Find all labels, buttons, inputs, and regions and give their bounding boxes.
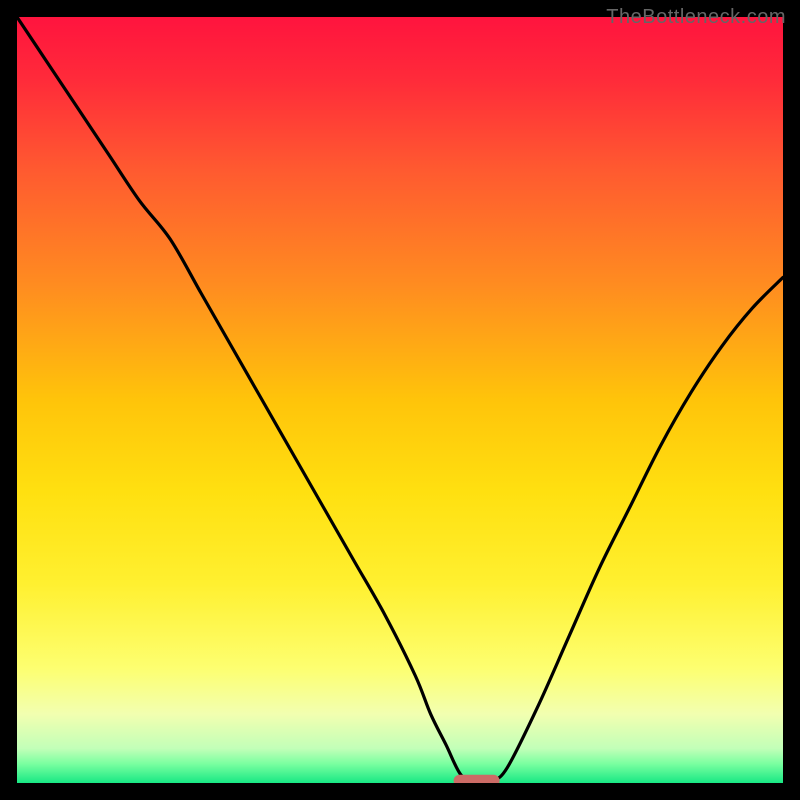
watermark-text: TheBottleneck.com (606, 6, 786, 29)
bottleneck-chart-svg (17, 17, 783, 783)
plot-area (17, 17, 783, 783)
optimal-marker (454, 775, 500, 783)
gradient-background (17, 17, 783, 783)
chart-frame: TheBottleneck.com (0, 0, 800, 800)
